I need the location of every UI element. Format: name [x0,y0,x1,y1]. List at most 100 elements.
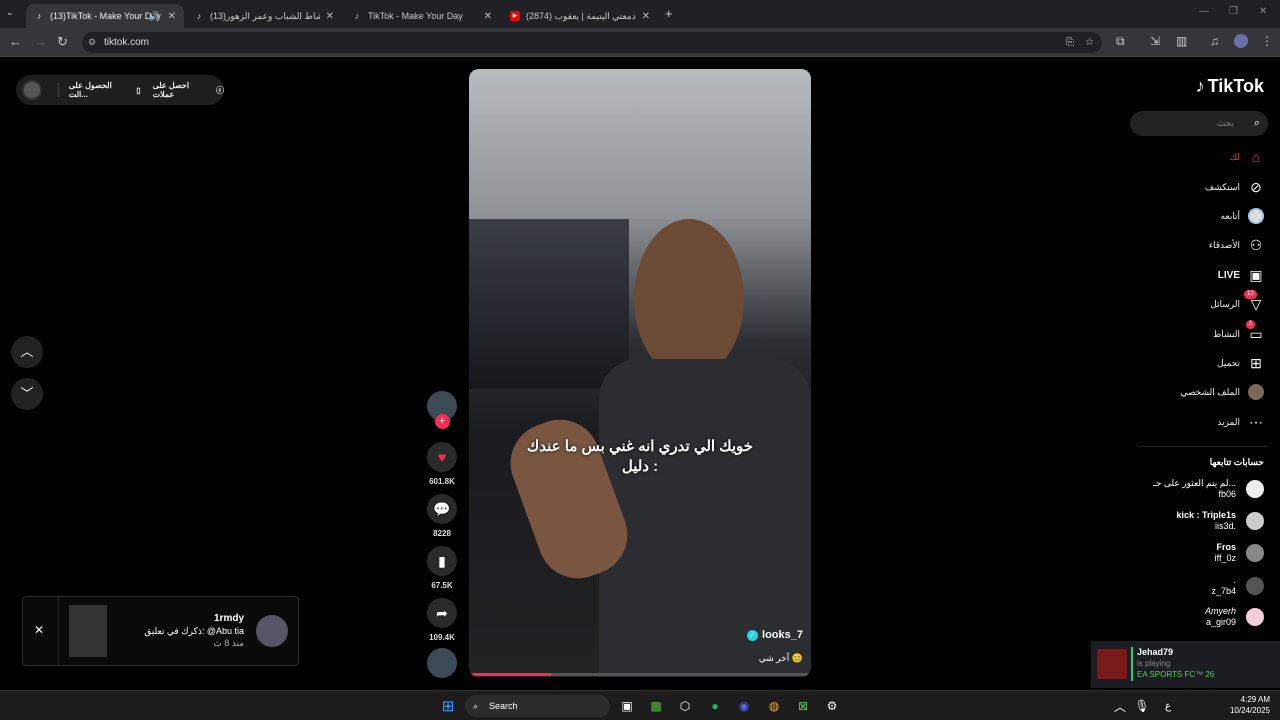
search-icon: ⌕ [1253,117,1260,129]
following-account[interactable]: . z_7b4 [1211,575,1264,597]
video-player[interactable]: خويك الي تدري انه غني بس ما عندك دليل : … [469,69,811,677]
close-window-icon[interactable]: ✕ [1259,6,1267,17]
site-info-icon[interactable]: ⚙ [88,32,96,53]
tray-chevron-icon[interactable]: ︿ [1110,696,1130,716]
following-account[interactable]: لم يتم العثور على حـ... fb06 [1153,478,1264,500]
spotify-icon[interactable]: ● [705,696,725,716]
following-account[interactable]: kick : Triple1s iis3d. [1176,510,1264,532]
install-icon[interactable]: ⎘ [1066,32,1074,53]
heart-icon[interactable]: ♥ [427,442,457,472]
mention-notification[interactable]: ✕ 1rmdy ذكرك في تعليق: @Abu tia منذ 8 ث [22,596,299,666]
sidebar-item-upload[interactable]: تحميل ⊞ [1217,355,1264,371]
tiktok-note-icon: ♪ [1195,76,1205,96]
reload-icon[interactable]: ↻ [57,34,68,50]
verified-icon: ✓ [747,629,759,641]
tab-search-button[interactable]: ⌄ [6,7,14,18]
save-action[interactable]: ▮ 67.5K [427,546,457,590]
speaker-icon[interactable]: 🔊 [149,11,160,22]
close-tab-icon[interactable]: ✕ [642,11,650,22]
tab-title: (13)TikTok - Make Your Day [50,11,161,21]
next-video-button[interactable]: ﹀ [11,378,43,410]
menu-icon[interactable]: ⋮ [1261,34,1273,48]
compass-icon: ⊘ [1250,178,1262,195]
sidebar-item-following[interactable]: أتابعه [1221,208,1264,224]
tab-1[interactable]: ♪ (13)TikTok - Make Your Day 🔊 ✕ [26,4,184,28]
close-tab-icon[interactable]: ✕ [326,11,334,22]
video-thumbnail[interactable] [69,605,107,657]
sidebar-item-messages[interactable]: الرسائل ▽ 12 [1210,290,1264,312]
sidebar-item-explore[interactable]: استكشف ⊘ [1205,179,1264,195]
tab-2[interactable]: ♪ (13)نشاط الشباب وعمر الزهور | ... ✕ [186,4,342,28]
microphone-icon[interactable]: 🎙 [1132,696,1152,716]
discord-icon[interactable]: ◉ [734,696,754,716]
previous-video-button[interactable]: ︿ [11,336,43,368]
progress-track[interactable] [469,673,811,676]
car-ceiling [469,69,811,219]
profile-avatar[interactable] [1234,34,1248,48]
minecraft-icon[interactable]: ▩ [646,696,666,716]
app-icon[interactable]: ▣ [617,696,637,716]
following-account[interactable]: Fros iff_0z [1215,542,1264,564]
following-icon [1248,208,1264,224]
extension-icon[interactable]: ⇲ [1150,34,1160,48]
sidepanel-icon[interactable]: ▥ [1176,34,1187,48]
youtube-icon: ▶ [510,11,520,21]
windows-start-icon[interactable]: ⊞ [438,696,458,716]
messages-badge: 12 [1244,290,1257,299]
bookmark-icon[interactable]: ▮ [427,546,457,576]
sidebar-item-profile[interactable]: الملف الشخصي [1180,384,1264,400]
account-avatar [1246,512,1264,530]
creator-avatar-action[interactable]: + [427,391,457,429]
share-icon[interactable]: ➦ [427,598,457,628]
music-label[interactable]: آخر شي 😊 [759,653,803,664]
extensions-icon[interactable]: ⧉ [1116,34,1125,49]
coin-icon: ⓒ [216,85,224,95]
author-name[interactable]: ✓ looks_7 [747,629,803,641]
comment-icon[interactable]: 💬 [427,494,457,524]
like-action[interactable]: ♥ 601.8K [427,442,457,486]
search-input[interactable]: بحث ⌕ [1130,111,1268,136]
share-action[interactable]: ➦ 109.4K [427,598,457,642]
minimize-icon[interactable]: — [1199,6,1209,17]
new-tab-icon[interactable]: + [665,6,673,21]
sidebar-item-live[interactable]: LIVE ▣ [1218,267,1264,283]
clock[interactable]: 4:29 AM 10/24/2025 [1222,694,1270,716]
url-text: tiktok.com [104,37,150,48]
account-avatar [1246,608,1264,626]
forward-icon[interactable]: → [34,34,47,49]
url-field[interactable]: ⚙ tiktok.com ⎘ ☆ [82,32,1102,53]
tab-4[interactable]: ▶ (2874) يا دمعتي اليتيمة | يعقوب ... ✕ [502,4,658,28]
progress-fill [469,673,552,676]
game-activity-toast[interactable]: Jehad79 is playing EA SPORTS FC™ 26 [1091,641,1280,688]
language-indicator[interactable]: ع [1158,696,1178,716]
sidebar-item-activity[interactable]: النشاط ▭ 1 [1213,320,1264,342]
chrome-icon[interactable]: ◍ [764,696,784,716]
close-notification-icon[interactable]: ✕ [34,623,44,637]
user-avatar[interactable] [256,615,288,647]
close-tab-icon[interactable]: ✕ [168,11,176,22]
activity-icon: ▭ 1 [1246,320,1264,342]
comment-action[interactable]: 💬 8228 [427,494,457,538]
sidebar-item-more[interactable]: المزيد ⋯ [1217,414,1264,430]
get-coins-button[interactable]: احصل على عملات ⓒ [153,81,224,99]
user-avatar[interactable] [22,80,42,100]
sidebar-item-friends[interactable]: الأصدقاء ⚇ [1209,237,1264,253]
sidebar-item-foryou[interactable]: لك ⌂ [1230,149,1264,165]
tiktok-icon: ♪ [36,11,42,21]
taskbar-search[interactable]: ⌕ Search [465,695,610,717]
restore-icon[interactable]: ❐ [1229,6,1238,17]
xbox-icon[interactable]: ⊠ [793,696,813,716]
tab-3[interactable]: ♪ TikTok - Make Your Day ✕ [344,4,500,28]
activity-badge: 1 [1246,320,1256,329]
media-icon[interactable]: ♫ [1210,34,1219,48]
app-icon[interactable]: ⬡ [675,696,695,716]
app-icon[interactable]: ⚙ [822,696,842,716]
get-app-button[interactable]: الحصول على الت... ▯ [69,81,141,99]
tiktok-logo[interactable]: ♪ TikTok [1196,76,1264,97]
sound-avatar[interactable] [427,648,457,678]
following-account[interactable]: Amyerh a_gir09 [1205,606,1264,628]
close-tab-icon[interactable]: ✕ [484,11,492,22]
follow-plus-icon[interactable]: + [434,414,450,429]
bookmark-star-icon[interactable]: ☆ [1085,32,1094,53]
back-icon[interactable]: ← [9,34,22,49]
